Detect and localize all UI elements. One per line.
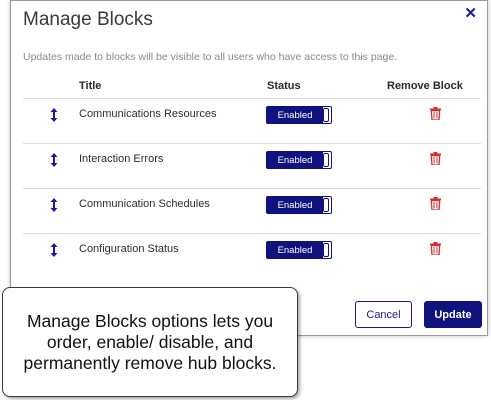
trash-icon[interactable]: [430, 197, 441, 210]
status-label: Enabled: [267, 242, 323, 258]
drag-handle-icon[interactable]: [50, 108, 58, 122]
manage-blocks-dialog: Manage Blocks ✕ Updates made to blocks w…: [10, 0, 488, 336]
drag-handle-icon[interactable]: [50, 198, 58, 212]
callout-box: Manage Blocks options lets you order, en…: [2, 287, 298, 397]
status-label: Enabled: [267, 107, 323, 123]
drag-handle-icon[interactable]: [50, 153, 58, 167]
toggle-knob: [323, 153, 329, 167]
block-title: Configuration Status: [79, 243, 179, 255]
toggle-knob: [323, 243, 329, 257]
status-label: Enabled: [267, 152, 323, 168]
block-title: Communications Resources: [79, 108, 217, 120]
trash-icon[interactable]: [430, 242, 441, 255]
block-title: Communication Schedules: [79, 198, 210, 210]
toggle-knob: [323, 108, 329, 122]
block-row: Interaction Errors Enabled: [23, 143, 481, 188]
dialog-title: Manage Blocks: [23, 9, 153, 30]
trash-icon[interactable]: [430, 152, 441, 165]
status-label: Enabled: [267, 197, 323, 213]
drag-handle-icon[interactable]: [50, 243, 58, 257]
status-toggle[interactable]: Enabled: [266, 241, 332, 259]
close-icon[interactable]: ✕: [464, 6, 477, 21]
block-title: Interaction Errors: [79, 153, 164, 165]
column-header-remove-block: Remove Block: [387, 80, 463, 92]
cancel-button[interactable]: Cancel: [355, 301, 412, 328]
trash-icon[interactable]: [430, 107, 441, 120]
block-row: Communication Schedules Enabled: [23, 188, 481, 233]
block-row: Configuration Status Enabled: [23, 233, 481, 278]
column-header-title: Title: [79, 80, 102, 92]
callout-text: Manage Blocks options lets you order, en…: [23, 310, 277, 373]
toggle-knob: [323, 198, 329, 212]
status-toggle[interactable]: Enabled: [266, 196, 332, 214]
dialog-description: Updates made to blocks will be visible t…: [23, 51, 398, 63]
update-button[interactable]: Update: [424, 301, 482, 328]
blocks-list: Communications Resources Enabled Interac…: [23, 98, 481, 278]
status-toggle[interactable]: Enabled: [266, 151, 332, 169]
column-header-status: Status: [267, 80, 301, 92]
status-toggle[interactable]: Enabled: [266, 106, 332, 124]
block-row: Communications Resources Enabled: [23, 98, 481, 143]
